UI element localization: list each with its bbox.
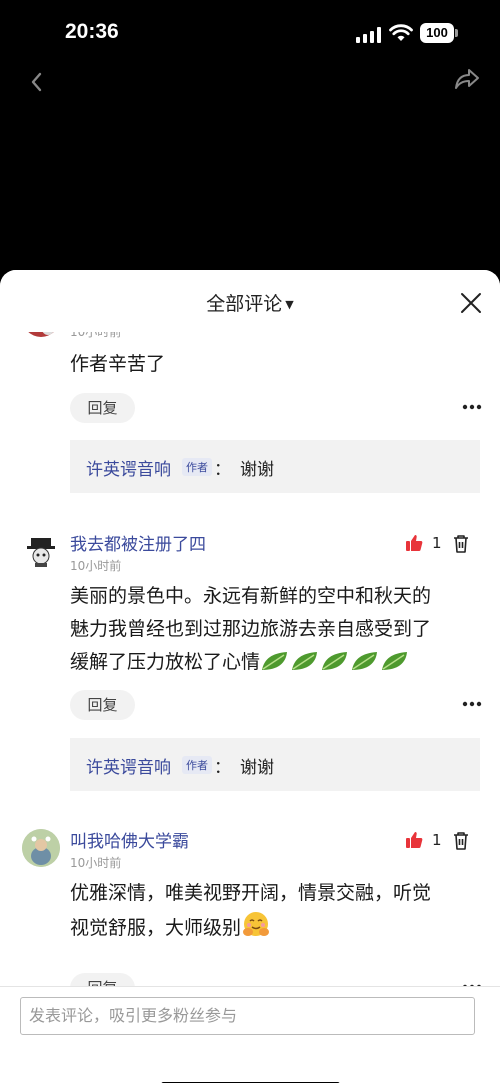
comment-list[interactable]: 10小时前 作者辛苦了 回复 许英谔音响 作者 ： 谢谢 我去都被注册了四 1 … [0,315,500,987]
comment-text: 优雅深情，唯美视野开阔，情景交融，听觉 视觉舒服，大师级别 [70,877,480,945]
battery-icon: 100 [420,23,458,43]
status-time: 20:36 [65,20,119,43]
reply-button[interactable]: 回复 [70,690,135,720]
avatar[interactable] [22,829,60,867]
comment-text-line: 美丽的景色中。永远有新鲜的空中和秋天的 [70,585,432,607]
comment-time: 10小时前 [70,856,122,870]
sub-reply-text: 谢谢 [240,460,274,480]
status-bar: 20:36 100 [0,0,500,60]
like-count: 1 [432,534,442,552]
avatar[interactable] [22,532,60,570]
delete-icon[interactable] [453,535,469,553]
like-icon[interactable] [405,831,423,849]
comment-input[interactable]: 发表评论，吸引更多粉丝参与 [20,997,475,1035]
like-icon[interactable] [405,534,423,552]
sheet-title: 全部评论 [206,293,283,315]
more-icon[interactable] [461,700,483,708]
sheet-header: 全部评论 ▼ [0,270,500,332]
caret-down-icon: ▼ [285,298,294,311]
leaf-emoji-icon [262,652,288,670]
back-icon[interactable] [26,66,48,96]
comment-text-line: 魅力我曾经也到过那边旅游去亲自感受到了 [70,618,432,640]
comment-author[interactable]: 叫我哈佛大学霸 [70,827,189,852]
signal-icon [356,27,381,43]
comment-time: 10小时前 [70,559,122,573]
sort-dropdown[interactable]: 全部评论 ▼ [0,289,500,316]
close-icon[interactable] [459,291,483,315]
wifi-icon [389,24,413,41]
more-icon[interactable] [461,403,483,411]
leaf-emoji-icon [382,652,408,670]
battery-level: 100 [420,23,454,43]
sub-reply-text: 谢谢 [240,758,274,778]
top-nav [0,60,500,100]
like-count: 1 [432,831,442,849]
sub-reply[interactable]: 许英谔音响 作者 ： 谢谢 [70,440,480,493]
leaf-emoji-icon [292,652,318,670]
comment-input-bar: 发表评论，吸引更多粉丝参与 [0,986,500,1083]
sub-reply-colon: ： [214,758,231,778]
leaf-emoji-icon [352,652,378,670]
sub-reply-author[interactable]: 许英谔音响 [86,753,171,778]
sub-reply[interactable]: 许英谔音响 作者 ： 谢谢 [70,738,480,791]
comments-sheet: 全部评论 ▼ 10小时前 作者辛苦了 回复 许英谔音响 作者 ： 谢谢 我去都被… [0,270,500,1083]
leaf-emoji-row [260,651,410,673]
comment-text-line: 视觉舒服，大师级别 [70,917,242,939]
leaf-emoji-icon [322,652,348,670]
delete-icon[interactable] [453,832,469,850]
comment-text-line: 优雅深情，唯美视野开阔，情景交融，听觉 [70,882,432,904]
hug-emoji-icon [243,912,270,936]
sub-reply-author[interactable]: 许英谔音响 [86,455,171,480]
author-badge: 作者 [182,458,212,476]
comment-text: 美丽的景色中。永远有新鲜的空中和秋天的 魅力我曾经也到过那边旅游去亲自感受到了 … [70,580,480,679]
sub-reply-colon: ： [214,460,231,480]
author-badge: 作者 [182,756,212,774]
comment-text: 作者辛苦了 [70,353,166,375]
comment-text-line: 缓解了压力放松了心情 [70,651,261,673]
reply-button[interactable]: 回复 [70,973,135,987]
share-icon[interactable] [453,65,481,93]
comment-author[interactable]: 我去都被注册了四 [70,530,206,555]
reply-button[interactable]: 回复 [70,393,135,423]
